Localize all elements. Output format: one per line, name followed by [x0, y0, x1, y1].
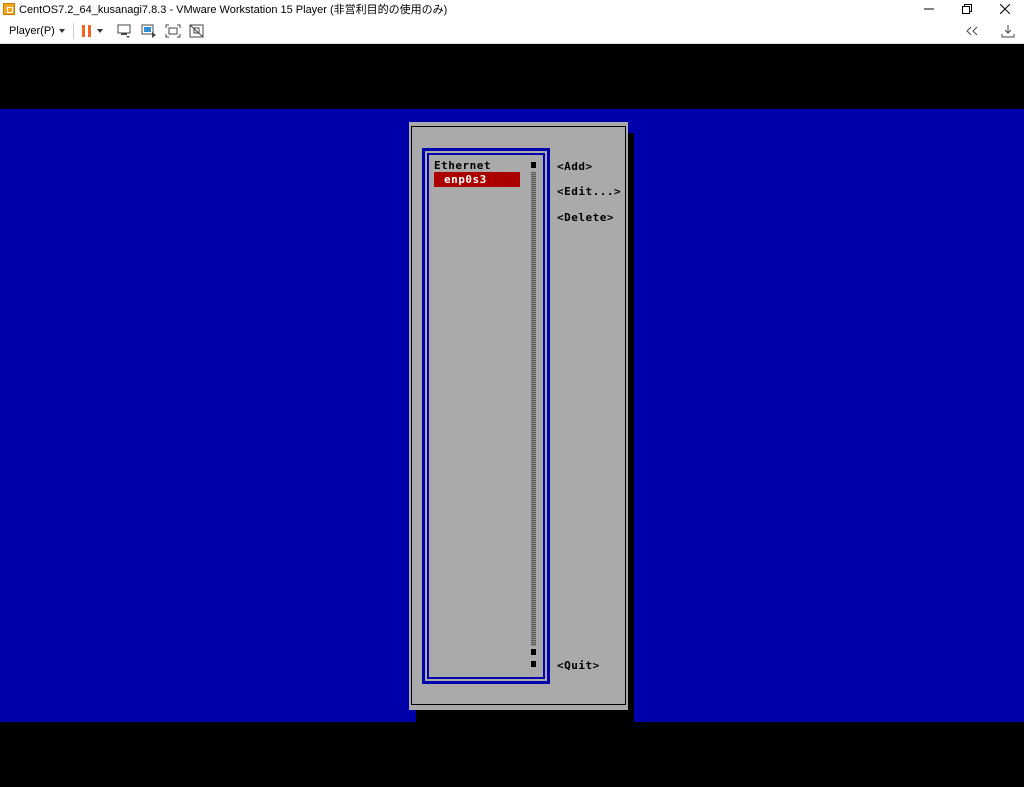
chevron-down-icon	[58, 28, 65, 33]
vmware-toolbar: Player(P)	[0, 18, 1024, 44]
scroll-bottom-marker	[531, 661, 536, 667]
download-icon[interactable]	[998, 22, 1018, 40]
collapse-toolbar-icon[interactable]	[962, 22, 982, 40]
fullscreen-icon[interactable]	[163, 22, 183, 40]
player-menu[interactable]: Player(P)	[9, 25, 65, 37]
list-scrollbar[interactable]	[531, 172, 536, 646]
window-controls	[910, 0, 1024, 18]
unity-mode-icon[interactable]	[187, 22, 207, 40]
send-ctrl-alt-del-icon[interactable]	[115, 22, 135, 40]
delete-button[interactable]: <Delete>	[557, 211, 614, 224]
connection-category-label: Ethernet	[434, 159, 491, 172]
connection-list-inner-frame	[427, 153, 545, 679]
power-dropdown-icon[interactable]	[96, 28, 103, 33]
scroll-thumb[interactable]	[531, 649, 536, 655]
restore-button[interactable]	[948, 0, 986, 18]
vmware-app-icon	[3, 3, 15, 15]
scroll-top-marker	[531, 162, 536, 168]
edit-button[interactable]: <Edit...>	[557, 185, 621, 198]
restore-icon	[962, 4, 972, 14]
pause-icon[interactable]	[81, 24, 91, 37]
title-bar: CentOS7.2_64_kusanagi7.8.3 - VMware Work…	[0, 0, 1024, 18]
add-button[interactable]: <Add>	[557, 160, 593, 173]
minimize-icon	[924, 8, 934, 10]
window-title: CentOS7.2_64_kusanagi7.8.3 - VMware Work…	[19, 4, 448, 16]
player-menu-label: Player(P)	[9, 24, 55, 37]
quit-button[interactable]: <Quit>	[557, 659, 600, 672]
close-button[interactable]	[986, 0, 1024, 18]
toolbar-separator	[72, 22, 74, 39]
connection-name: enp0s3	[444, 173, 487, 186]
connection-list-item-selected[interactable]: enp0s3	[434, 172, 520, 187]
toolbar-right	[960, 18, 1024, 44]
removable-devices-icon[interactable]	[139, 22, 159, 40]
close-icon	[1000, 4, 1010, 14]
nmtui-connection-dialog: Ethernet enp0s3 <Add> <Edit...> <Delete>…	[409, 122, 628, 710]
minimize-button[interactable]	[910, 0, 948, 18]
